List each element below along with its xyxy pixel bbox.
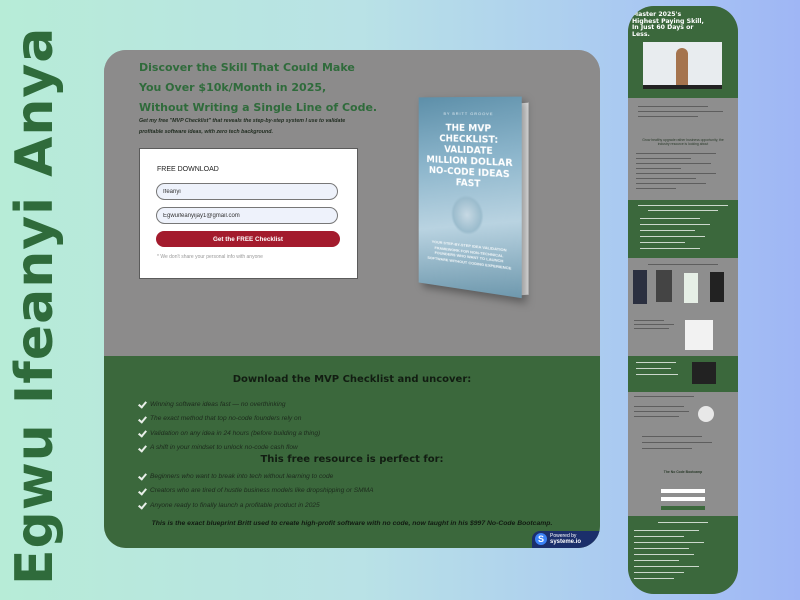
- video-controls-bar: [643, 85, 722, 89]
- list-item-text: The exact method that top no-code founde…: [150, 415, 302, 423]
- list-item: Beginners who want to break into tech wi…: [138, 469, 374, 484]
- book-cover: BY BRITT GROOVE THE MVP CHECKLIST: VALID…: [418, 96, 522, 299]
- hero-section: Discover the Skill That Could Make You O…: [104, 50, 600, 356]
- book-author: BY BRITT GROOVE: [443, 110, 494, 117]
- download-form: FREE DOWNLOAD Get the FREE Checklist * W…: [139, 148, 358, 279]
- benefits-section: Download the MVP Checklist and uncover: …: [104, 356, 600, 548]
- form-label: FREE DOWNLOAD: [157, 166, 219, 173]
- presenter-image: [676, 48, 688, 89]
- preview-section-1: Grow healthy upgrade rather business opp…: [628, 98, 738, 200]
- book-subtitle: YOUR STEP-BY-STEP IDEA VALIDATION FRAMEW…: [427, 238, 512, 271]
- systeme-badge[interactable]: S Powered by systeme.io: [532, 531, 600, 548]
- preview-section-6: [628, 516, 738, 594]
- preview-section-5: The No Code Bootcamp: [628, 392, 738, 516]
- preview-title: Master 2025's Highest Paying Skill, In J…: [632, 11, 704, 38]
- uncover-list: Winning software ideas fast — no overthi…: [138, 397, 320, 455]
- checkmark-icon: [138, 429, 146, 437]
- preview-section-4: [628, 356, 738, 392]
- book-title: THE MVP CHECKLIST: VALIDATE MILLION DOLL…: [426, 122, 513, 190]
- list-item-text: A shift in your mindset to unlock no-cod…: [150, 444, 298, 452]
- list-item: A shift in your mindset to unlock no-cod…: [138, 441, 320, 456]
- list-item-text: Winning software ideas fast — no overthi…: [150, 400, 286, 408]
- checkmark-icon: [138, 501, 146, 509]
- list-item-text: Creators who are tired of hustle busines…: [150, 487, 374, 495]
- hero-headline: Discover the Skill That Could Make You O…: [139, 61, 378, 114]
- name-field[interactable]: [156, 183, 338, 200]
- checkmark-icon: [138, 444, 146, 452]
- list-item: Validation on any idea in 24 hours (befo…: [138, 426, 320, 441]
- list-item: Winning software ideas fast — no overthi…: [138, 397, 320, 412]
- preview-form-title: The No Code Bootcamp: [663, 470, 703, 474]
- list-item: Anyone ready to finally launch a profita…: [138, 498, 374, 513]
- preview-section-2: [628, 200, 738, 258]
- hero-subtext: Get my free "MVP Checklist" that reveals…: [139, 118, 346, 135]
- checkmark-icon: [138, 415, 146, 423]
- landing-page-card: Discover the Skill That Could Make You O…: [104, 50, 600, 548]
- systeme-logo-icon: S: [535, 533, 547, 545]
- preview-hero: Master 2025's Highest Paying Skill, In J…: [628, 6, 738, 98]
- robot-hand-image: [450, 193, 484, 237]
- list-item-text: Anyone ready to finally launch a profita…: [150, 501, 320, 509]
- list-item: Creators who are tired of hustle busines…: [138, 484, 374, 499]
- preview-video[interactable]: [643, 42, 722, 89]
- checkmark-icon: [138, 400, 146, 408]
- full-page-preview: Master 2025's Highest Paying Skill, In J…: [628, 6, 738, 594]
- uncover-heading: Download the MVP Checklist and uncover:: [232, 374, 472, 385]
- email-field[interactable]: [156, 207, 338, 224]
- perfect-for-list: Beginners who want to break into tech wi…: [138, 469, 374, 513]
- list-item-text: Validation on any idea in 24 hours (befo…: [150, 429, 321, 437]
- privacy-note: * We don't share your personal info with…: [157, 254, 263, 260]
- checkmark-icon: [138, 487, 146, 495]
- list-item-text: Beginners who want to break into tech wi…: [150, 472, 334, 480]
- perfect-for-heading: This free resource is perfect for:: [260, 454, 444, 465]
- author-name-vertical: Egwu Ifeanyi Anya: [5, 26, 65, 585]
- badge-line2: systeme.io: [550, 539, 582, 545]
- get-checklist-button[interactable]: Get the FREE Checklist: [156, 231, 340, 247]
- book-cover-image: BY BRITT GROOVE THE MVP CHECKLIST: VALID…: [415, 96, 529, 299]
- list-item: The exact method that top no-code founde…: [138, 412, 320, 427]
- checkmark-icon: [138, 472, 146, 480]
- closing-statement: This is the exact blueprint Britt used t…: [151, 520, 553, 527]
- preview-section-3: [628, 258, 738, 356]
- preview-heading: Grow healthy upgrade rather business opp…: [642, 138, 724, 146]
